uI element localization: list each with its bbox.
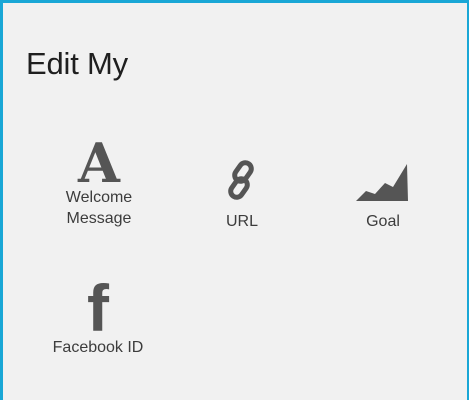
facebook-id-tile[interactable]: f Facebook ID — [38, 271, 158, 358]
facebook-icon: f — [87, 271, 109, 345]
letter-a-icon: A — [78, 131, 120, 195]
welcome-message-label-line2: Message — [66, 210, 132, 227]
url-label: URL — [225, 213, 258, 230]
goal-tile[interactable]: Goal — [323, 161, 443, 232]
url-tile[interactable]: URL — [182, 159, 302, 232]
facebook-id-label: Facebook ID — [52, 339, 144, 356]
edit-my-panel: Edit My A Welcome Message URL Goal f Fac… — [0, 0, 469, 400]
goal-label: Goal — [366, 213, 400, 230]
link-icon — [228, 160, 254, 200]
rising-area-chart-icon — [356, 164, 408, 201]
welcome-message-tile[interactable]: A Welcome Message — [39, 131, 159, 229]
panel-title: Edit My — [26, 46, 128, 81]
welcome-message-label-line1: Welcome — [65, 189, 133, 206]
